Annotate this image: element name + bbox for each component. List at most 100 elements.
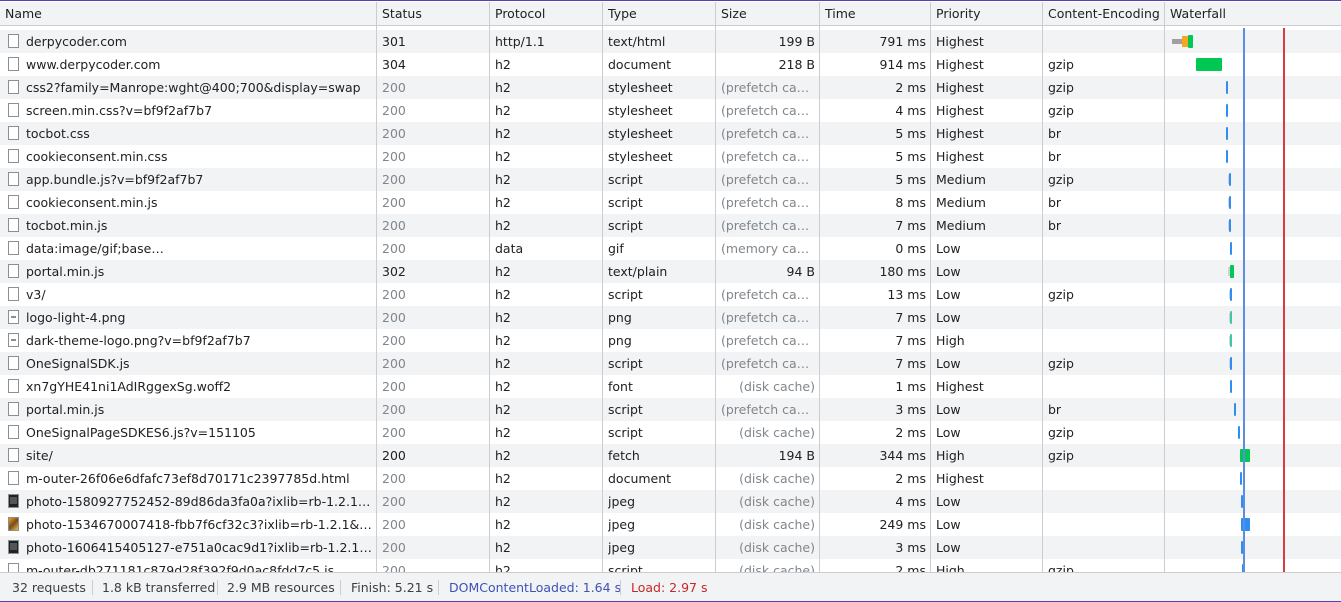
table-row[interactable]: www.derpycoder.com 304 h2 document 218 B 914 … bbox=[0, 53, 1341, 76]
table-row[interactable]: cookieconsent.min.css 200 h2 stylesheet (pre… bbox=[0, 145, 1341, 168]
resources-size: 2.9 MB resources bbox=[227, 580, 335, 595]
table-row[interactable]: screen.min.css?v=bf9f2af7b7 200 h2 styleshe… bbox=[0, 99, 1341, 122]
column-divider[interactable] bbox=[489, 2, 490, 572]
cell-priority: Medium bbox=[936, 172, 986, 187]
cell-protocol: h2 bbox=[495, 402, 511, 417]
request-name[interactable]: data:image/gif;base… bbox=[26, 237, 372, 260]
request-name[interactable]: screen.min.css?v=bf9f2af7b7 bbox=[26, 99, 372, 122]
request-name[interactable]: www.derpycoder.com bbox=[26, 53, 372, 76]
table-row[interactable]: OneSignalPageSDKES6.js?v=151105 200 h2 scri… bbox=[0, 421, 1341, 444]
column-header-name[interactable]: Name bbox=[0, 2, 377, 25]
file-icon bbox=[8, 126, 19, 140]
file-icon bbox=[8, 287, 19, 301]
table-row[interactable]: tocbot.min.js 200 h2 script (prefetch cac… 7 … bbox=[0, 214, 1341, 237]
request-name[interactable]: OneSignalPageSDKES6.js?v=151105 bbox=[26, 421, 372, 444]
request-name[interactable]: cookieconsent.min.css bbox=[26, 145, 372, 168]
cell-priority: Low bbox=[936, 425, 961, 440]
column-header-priority[interactable]: Priority bbox=[931, 2, 1043, 25]
table-row[interactable]: cookieconsent.min.js 200 h2 script (prefetch… bbox=[0, 191, 1341, 214]
table-row[interactable]: app.bundle.js?v=bf9f2af7b7 200 h2 script (pr… bbox=[0, 168, 1341, 191]
table-row[interactable]: site/200 h2 fetch 194 B 344 ms High gzip bbox=[0, 444, 1341, 467]
cell-type: font bbox=[608, 379, 633, 394]
request-name[interactable]: v3/ bbox=[26, 283, 372, 306]
column-header-protocol[interactable]: Protocol bbox=[490, 2, 603, 25]
cell-priority: Highest bbox=[936, 103, 984, 118]
request-name[interactable]: m-outer-26f06e6dfafc73ef8d70171c2397785d… bbox=[26, 467, 372, 490]
table-row[interactable]: css2?family=Manrope:wght@400;700&display… bbox=[0, 76, 1341, 99]
status-separator bbox=[340, 580, 341, 595]
cell-time: 4 ms bbox=[895, 494, 926, 509]
column-divider[interactable] bbox=[1042, 2, 1043, 572]
request-name[interactable]: dark-theme-logo.png?v=bf9f2af7b7 bbox=[26, 329, 372, 352]
table-row[interactable]: derpycoder.com 301 http/1.1 text/html 199 B 7… bbox=[0, 30, 1341, 53]
cell-protocol: data bbox=[495, 241, 524, 256]
table-row[interactable]: OneSignalSDK.js 200 h2 script (prefetch cac…… bbox=[0, 352, 1341, 375]
request-name[interactable]: photo-1580927752452-89d86da3fa0a?ixlib=r… bbox=[26, 490, 372, 513]
file-icon bbox=[8, 149, 19, 163]
cell-size: (disk cache) bbox=[739, 563, 815, 572]
dom-content-loaded-time: DOMContentLoaded: 1.64 s bbox=[449, 580, 622, 595]
table-row[interactable]: logo-light-4.png 200 h2 png (prefetch cac… 7 … bbox=[0, 306, 1341, 329]
table-row[interactable]: portal.min.js 200 h2 script (prefetch cac… 3 … bbox=[0, 398, 1341, 421]
column-divider[interactable] bbox=[715, 2, 716, 572]
column-divider[interactable] bbox=[930, 2, 931, 572]
request-name[interactable]: site/ bbox=[26, 444, 372, 467]
column-divider[interactable] bbox=[1164, 2, 1165, 572]
column-header-time[interactable]: Time bbox=[820, 2, 931, 25]
cell-encoding: br bbox=[1048, 218, 1062, 233]
table-row[interactable]: photo-1606415405127-e751a0cac9d1?ixlib=r… bbox=[0, 536, 1341, 559]
column-divider[interactable] bbox=[376, 2, 377, 572]
request-name[interactable]: app.bundle.js?v=bf9f2af7b7 bbox=[26, 168, 372, 191]
column-header-type[interactable]: Type bbox=[603, 2, 716, 25]
transferred-size: 1.8 kB transferred bbox=[102, 580, 216, 595]
waterfall-bar bbox=[1226, 150, 1229, 163]
cell-status: 200 bbox=[382, 333, 406, 348]
request-name[interactable]: tocbot.css bbox=[26, 122, 372, 145]
cell-type: stylesheet bbox=[608, 149, 673, 164]
table-row[interactable]: m-outer-db271181c879d28f392f9d0ac8fdd7c5… bbox=[0, 559, 1341, 572]
request-name[interactable]: logo-light-4.png bbox=[26, 306, 372, 329]
column-header-status[interactable]: Status bbox=[377, 2, 490, 25]
cell-time: 5 ms bbox=[895, 126, 926, 141]
cell-encoding bbox=[1048, 490, 1160, 513]
table-row[interactable]: data:image/gif;base… 200 data gif (memory ca… bbox=[0, 237, 1341, 260]
table-row[interactable]: v3/200 h2 script (prefetch cac… 13 ms Low gzip bbox=[0, 283, 1341, 306]
column-divider[interactable] bbox=[819, 2, 820, 572]
table-row[interactable]: dark-theme-logo.png?v=bf9f2af7b7 200 h2 png… bbox=[0, 329, 1341, 352]
cell-type: png bbox=[608, 310, 632, 325]
request-name[interactable]: tocbot.min.js bbox=[26, 214, 372, 237]
cell-status: 200 bbox=[382, 241, 406, 256]
cell-status: 200 bbox=[382, 287, 406, 302]
request-name[interactable]: portal.min.js bbox=[26, 398, 372, 421]
waterfall-bar bbox=[1240, 518, 1250, 531]
cell-status: 200 bbox=[382, 80, 406, 95]
cell-type: script bbox=[608, 195, 643, 210]
table-row[interactable]: tocbot.css 200 h2 stylesheet (prefetch cac… 5… bbox=[0, 122, 1341, 145]
file-icon bbox=[8, 103, 19, 117]
request-name[interactable]: xn7gYHE41ni1AdIRggexSg.woff2 bbox=[26, 375, 372, 398]
table-row[interactable]: xn7gYHE41ni1AdIRggexSg.woff2 200 h2 font (di… bbox=[0, 375, 1341, 398]
cell-time: 2 ms bbox=[895, 425, 926, 440]
request-list[interactable]: derpycoder.com 301 http/1.1 text/html 199 B 7… bbox=[0, 30, 1341, 572]
request-name[interactable]: m-outer-db271181c879d28f392f9d0ac8fdd7c5… bbox=[26, 559, 372, 572]
table-row[interactable]: m-outer-26f06e6dfafc73ef8d70171c2397785d… bbox=[0, 467, 1341, 490]
table-row[interactable]: portal.min.js 302 h2 text/plain 94 B 180 ms Lo… bbox=[0, 260, 1341, 283]
cell-protocol: h2 bbox=[495, 356, 511, 371]
request-name[interactable]: photo-1606415405127-e751a0cac9d1?ixlib=r… bbox=[26, 536, 372, 559]
waterfall-bar bbox=[1230, 380, 1232, 393]
request-name[interactable]: cookieconsent.min.js bbox=[26, 191, 372, 214]
cell-status: 200 bbox=[382, 356, 406, 371]
column-header-encoding[interactable]: Content-Encoding bbox=[1043, 2, 1165, 25]
column-header-size[interactable]: Size bbox=[716, 2, 820, 25]
cell-type: script bbox=[608, 425, 643, 440]
column-header-waterfall[interactable]: Waterfall bbox=[1165, 2, 1341, 25]
table-row[interactable]: photo-1534670007418-fbb7f6cf32c3?ixlib=r… bbox=[0, 513, 1341, 536]
request-name[interactable]: css2?family=Manrope:wght@400;700&display… bbox=[26, 76, 372, 99]
request-name[interactable]: OneSignalSDK.js bbox=[26, 352, 372, 375]
table-row[interactable]: photo-1580927752452-89d86da3fa0a?ixlib=r… bbox=[0, 490, 1341, 513]
request-name[interactable]: photo-1534670007418-fbb7f6cf32c3?ixlib=r… bbox=[26, 513, 372, 536]
request-name[interactable]: derpycoder.com bbox=[26, 30, 372, 53]
request-name[interactable]: portal.min.js bbox=[26, 260, 372, 283]
file-icon bbox=[8, 80, 19, 94]
column-divider[interactable] bbox=[602, 2, 603, 572]
